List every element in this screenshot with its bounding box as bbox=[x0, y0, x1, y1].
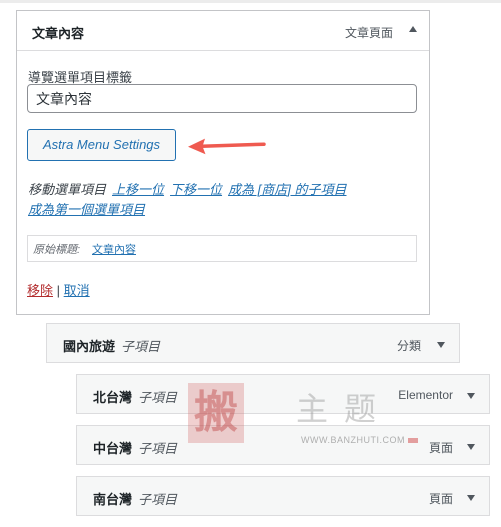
menu-item-domestic-travel[interactable]: 國內旅遊 子項目 分類 bbox=[46, 323, 460, 363]
menu-item-type: Elementor bbox=[398, 388, 453, 402]
menu-item-article-content: 文章內容 文章頁面 bbox=[16, 10, 430, 315]
menu-item-type: 頁面 bbox=[428, 492, 453, 506]
menu-item-title: 北台灣 子項目 bbox=[93, 390, 178, 405]
menu-item-subitem-label: 子項目 bbox=[121, 339, 161, 354]
menu-item-title: 中台灣 子項目 bbox=[93, 441, 178, 456]
menu-item-type: 頁面 bbox=[428, 441, 453, 455]
menu-item-subitem-label: 子項目 bbox=[138, 390, 178, 405]
move-menu-item-row: 移動選單項目 上移一位 下移一位 成為 [商店] 的子項目 bbox=[28, 179, 347, 198]
pointer-arrow-icon bbox=[188, 138, 266, 155]
remove-link[interactable]: 移除 bbox=[27, 283, 53, 298]
menu-item-title: 文章內容 bbox=[32, 26, 85, 41]
menu-item-subitem-label: 子項目 bbox=[138, 441, 178, 456]
expand-arrow-icon[interactable] bbox=[467, 444, 475, 450]
make-child-link[interactable]: 成為 [商店] 的子項目 bbox=[228, 182, 346, 197]
collapse-arrow-icon[interactable] bbox=[409, 26, 417, 32]
menu-item-south-taiwan[interactable]: 南台灣 子項目 頁面 bbox=[76, 476, 490, 516]
menu-item-type: 分類 bbox=[396, 339, 421, 353]
original-title-link[interactable]: 文章內容 bbox=[92, 241, 136, 257]
menu-item-subitem-label: 子項目 bbox=[138, 492, 178, 507]
cancel-link[interactable]: 取消 bbox=[64, 283, 90, 298]
menu-item-central-taiwan[interactable]: 中台灣 子項目 頁面 bbox=[76, 425, 490, 465]
nav-label-input[interactable] bbox=[27, 84, 417, 113]
menu-item-title: 國內旅遊 子項目 bbox=[63, 339, 161, 354]
top-divider bbox=[0, 0, 501, 3]
menu-item-type: 文章頁面 bbox=[344, 26, 393, 40]
astra-menu-settings-button[interactable]: Astra Menu Settings bbox=[27, 129, 176, 161]
menu-item-handle[interactable]: 文章內容 文章頁面 bbox=[17, 11, 429, 51]
item-actions: 移除 | 取消 bbox=[27, 280, 90, 299]
menu-item-north-taiwan[interactable]: 北台灣 子項目 Elementor bbox=[76, 374, 490, 414]
expand-arrow-icon[interactable] bbox=[467, 495, 475, 501]
move-menu-item-row-2: 成為第一個選單項目 bbox=[28, 199, 145, 218]
expand-arrow-icon[interactable] bbox=[437, 342, 445, 348]
original-title-box: 原始標題: 文章內容 bbox=[27, 235, 417, 262]
action-separator: | bbox=[56, 283, 61, 298]
move-up-link[interactable]: 上移一位 bbox=[112, 182, 164, 197]
move-down-link[interactable]: 下移一位 bbox=[170, 182, 222, 197]
move-to-top-link[interactable]: 成為第一個選單項目 bbox=[28, 202, 145, 217]
menu-item-title: 南台灣 子項目 bbox=[93, 492, 178, 507]
move-label: 移動選單項目 bbox=[28, 182, 107, 197]
expand-arrow-icon[interactable] bbox=[467, 393, 475, 399]
original-title-label: 原始標題: bbox=[33, 244, 81, 256]
